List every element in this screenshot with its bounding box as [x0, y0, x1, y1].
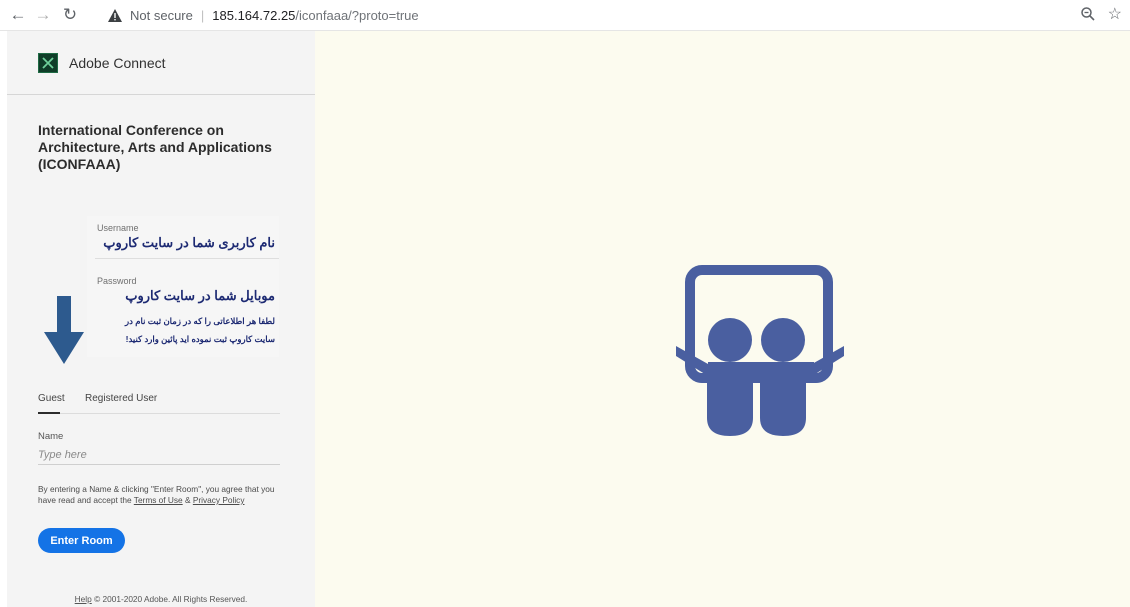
copyright-text: © 2001-2020 Adobe. All Rights Reserved.	[94, 594, 248, 604]
back-arrow-icon[interactable]: ←	[8, 5, 28, 25]
bookmark-star-icon[interactable]: ☆	[1108, 4, 1122, 24]
panel-header: Adobe Connect	[7, 31, 315, 95]
footer: Help © 2001-2020 Adobe. All Rights Reser…	[7, 594, 315, 604]
tab-guest[interactable]: Guest	[38, 393, 65, 404]
url-separator: |	[200, 7, 205, 23]
reload-icon[interactable]: ↻	[60, 5, 80, 25]
divider	[95, 258, 279, 259]
zoom-icon[interactable]	[1080, 6, 1096, 27]
password-hint: موبایل شما در سایت کاروپ	[125, 288, 275, 303]
help-link[interactable]: Help	[75, 594, 92, 604]
active-tab-indicator	[38, 412, 60, 414]
security-label[interactable]: Not secure	[130, 8, 193, 23]
agreement-text: By entering a Name & clicking "Enter Roo…	[38, 484, 288, 506]
address-bar[interactable]: Not secure | 185.164.72.25/iconfaaa/?pro…	[108, 4, 419, 26]
slideshare-logo-icon	[676, 265, 844, 436]
url-path[interactable]: /iconfaaa/?proto=true	[295, 8, 418, 23]
note-line-2: سایت کاروپ ثبت نموده اید پائین وارد کنید…	[125, 334, 275, 344]
room-title: International Conference on Architecture…	[38, 122, 272, 172]
password-label: Password	[97, 276, 137, 286]
down-arrow-icon	[44, 296, 84, 364]
room-background	[315, 31, 1130, 607]
credentials-overlay: Username نام کاربری شما در سایت کاروپ Pa…	[87, 216, 279, 357]
note-line-1: لطفا هر اطلاعاتی را که در زمان ثبت نام د…	[124, 316, 275, 326]
username-label: Username	[97, 223, 139, 233]
brand-name: Adobe Connect	[69, 54, 166, 71]
adobe-connect-logo-icon	[38, 52, 58, 73]
tab-registered-user[interactable]: Registered User	[85, 393, 157, 404]
enter-room-button[interactable]: Enter Room	[38, 528, 125, 553]
url-host[interactable]: 185.164.72.25	[212, 8, 295, 23]
browser-toolbar: ← → ↻ Not secure | 185.164.72.25/iconfaa…	[0, 0, 1130, 31]
username-hint: نام کاربری شما در سایت کاروپ	[103, 235, 275, 250]
forward-arrow-icon[interactable]: →	[33, 5, 53, 25]
login-panel: Adobe Connect International Conference o…	[7, 31, 315, 607]
name-input[interactable]	[38, 445, 280, 465]
login-tabs: Guest Registered User	[38, 390, 280, 414]
terms-of-use-link[interactable]: Terms of Use	[134, 495, 183, 505]
ampersand: &	[184, 495, 191, 505]
privacy-policy-link[interactable]: Privacy Policy	[193, 495, 245, 505]
warning-icon[interactable]	[108, 8, 122, 22]
name-label: Name	[38, 431, 64, 442]
